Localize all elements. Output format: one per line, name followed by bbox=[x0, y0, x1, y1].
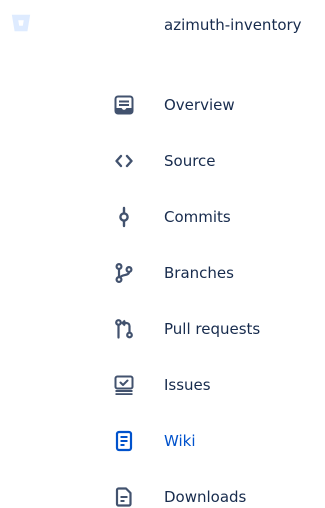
nav-item-commits[interactable]: Commits bbox=[0, 193, 325, 249]
nav-label-wiki: Wiki bbox=[164, 432, 196, 450]
nav-item-wiki[interactable]: Wiki bbox=[0, 417, 325, 473]
pull-request-icon bbox=[112, 317, 136, 341]
nav-label-issues: Issues bbox=[164, 376, 211, 394]
nav-label-commits: Commits bbox=[164, 208, 231, 226]
bitbucket-logo-icon[interactable] bbox=[10, 12, 32, 34]
nav-item-issues[interactable]: Issues bbox=[0, 361, 325, 417]
repository-name[interactable]: azimuth-inventory bbox=[164, 16, 302, 34]
nav-item-source[interactable]: Source bbox=[0, 137, 325, 193]
nav-label-overview: Overview bbox=[164, 96, 235, 114]
nav-label-branches: Branches bbox=[164, 264, 234, 282]
nav-item-overview[interactable]: Overview bbox=[0, 81, 325, 137]
nav-item-branches[interactable]: Branches bbox=[0, 249, 325, 305]
issues-icon bbox=[112, 373, 136, 397]
commit-icon bbox=[112, 205, 136, 229]
source-code-icon bbox=[112, 149, 136, 173]
nav-label-downloads: Downloads bbox=[164, 488, 247, 506]
wiki-icon bbox=[112, 429, 136, 453]
nav-label-source: Source bbox=[164, 152, 216, 170]
nav-item-pull-requests[interactable]: Pull requests bbox=[0, 305, 325, 361]
repo-navigation: Overview Source Commits Branches Pull re… bbox=[0, 81, 325, 508]
overview-icon bbox=[112, 93, 136, 117]
downloads-icon bbox=[112, 485, 136, 508]
nav-label-pull-requests: Pull requests bbox=[164, 320, 261, 338]
nav-item-downloads[interactable]: Downloads bbox=[0, 473, 325, 508]
branch-icon bbox=[112, 261, 136, 285]
